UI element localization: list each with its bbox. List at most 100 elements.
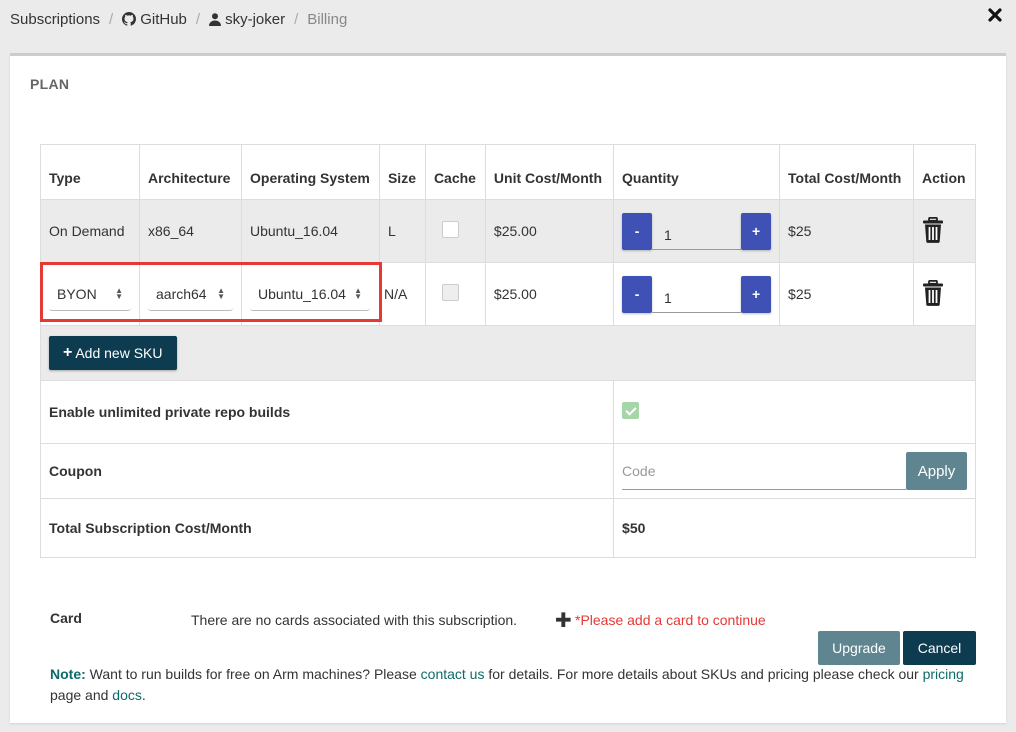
- header-type: Type: [40, 144, 140, 200]
- unlimited-checkbox-cell: [613, 380, 976, 444]
- cell-type: BYON ▲ ▼: [40, 262, 140, 326]
- select-arrows-icon: ▲ ▼: [217, 285, 225, 301]
- decrement-button[interactable]: -: [622, 275, 653, 313]
- type-select-value: BYON: [57, 285, 97, 302]
- cancel-button[interactable]: Cancel: [903, 631, 976, 665]
- plan-panel: PLAN Type Architecture Operating System …: [10, 53, 1006, 723]
- add-sku-label: Add new SKU: [75, 345, 163, 361]
- apply-button[interactable]: Apply: [906, 452, 967, 490]
- quantity-input[interactable]: 1: [652, 213, 742, 250]
- card-message: There are no cards associated with this …: [191, 612, 518, 628]
- note: Note: Want to run builds for free on Arm…: [50, 664, 970, 706]
- trash-icon[interactable]: [922, 279, 944, 309]
- total-row: Total Subscription Cost/Month $50: [39, 498, 976, 558]
- total-label: Total Subscription Cost/Month: [39, 498, 615, 558]
- header-unit-cost: Unit Cost/Month: [484, 144, 615, 200]
- architecture-select-value: aarch64: [156, 285, 207, 302]
- quantity-input[interactable]: 1: [652, 276, 742, 313]
- card-label: Card: [50, 610, 82, 626]
- select-arrows-icon: ▲ ▼: [354, 285, 362, 301]
- coupon-input[interactable]: Code: [622, 453, 906, 490]
- breadcrumb-user[interactable]: sky-joker: [209, 11, 285, 28]
- header-cache: Cache: [424, 144, 486, 200]
- quantity-stepper: - 1 +: [622, 275, 772, 313]
- unlimited-row: Enable unlimited private repo builds: [39, 380, 976, 444]
- breadcrumb-separator: /: [109, 10, 114, 28]
- header-action: Action: [913, 144, 976, 200]
- cell-size: N/A: [378, 262, 426, 326]
- cache-checkbox[interactable]: [441, 221, 459, 238]
- cache-checkbox: [441, 284, 459, 301]
- header-architecture: Architecture: [139, 144, 242, 200]
- select-arrows-icon: ▲ ▼: [115, 285, 123, 301]
- cell-total-cost: $25: [779, 199, 914, 263]
- os-select-value: Ubuntu_16.04: [258, 285, 346, 302]
- type-select[interactable]: BYON ▲ ▼: [49, 277, 131, 311]
- plan-table: Type Architecture Operating System Size …: [39, 144, 976, 558]
- header-size: Size: [378, 144, 426, 200]
- cell-size: L: [378, 199, 426, 263]
- cell-quantity: - 1 +: [613, 262, 781, 326]
- cell-total-cost: $25: [779, 262, 914, 326]
- cell-architecture: aarch64 ▲ ▼: [139, 262, 242, 326]
- coupon-cell: Code Apply: [613, 443, 976, 499]
- cell-unit-cost: $25.00: [484, 262, 615, 326]
- decrement-button[interactable]: -: [622, 212, 653, 250]
- total-value: $50: [613, 498, 976, 558]
- table-row: On Demand x86_64 Ubuntu_16.04 L $25.00 -…: [40, 199, 976, 263]
- note-text: for details. For more details about SKUs…: [484, 666, 923, 682]
- breadcrumb-subscriptions[interactable]: Subscriptions: [10, 11, 100, 28]
- cell-unit-cost: $25.00: [484, 199, 615, 263]
- cell-os: Ubuntu_16.04 ▲ ▼: [241, 262, 380, 326]
- breadcrumb: Subscriptions / GitHub / sky-joker / Bil…: [10, 10, 347, 28]
- upgrade-button[interactable]: Upgrade: [818, 631, 900, 665]
- plan-title: PLAN: [30, 76, 70, 92]
- contact-us-link[interactable]: contact us: [421, 666, 485, 682]
- note-label: Note:: [50, 666, 86, 682]
- breadcrumb-github[interactable]: GitHub: [122, 11, 187, 28]
- card-warning: *Please add a card to continue: [575, 612, 766, 628]
- unlimited-checkbox[interactable]: [622, 402, 640, 419]
- breadcrumb-github-label: GitHub: [140, 10, 187, 28]
- table-header-row: Type Architecture Operating System Size …: [40, 144, 976, 200]
- docs-link[interactable]: docs: [112, 687, 142, 703]
- plus-icon[interactable]: ✚: [555, 608, 572, 633]
- cell-type: On Demand: [40, 199, 140, 263]
- cell-action: [913, 262, 976, 326]
- cell-cache: [424, 262, 486, 326]
- increment-button[interactable]: +: [741, 275, 772, 313]
- quantity-stepper: - 1 +: [622, 212, 772, 250]
- unlimited-label: Enable unlimited private repo builds: [39, 380, 615, 444]
- add-sku-row: + Add new SKU: [40, 325, 976, 381]
- pricing-link[interactable]: pricing: [923, 666, 964, 682]
- breadcrumb-user-label: sky-joker: [225, 10, 286, 28]
- os-select[interactable]: Ubuntu_16.04 ▲ ▼: [250, 277, 370, 311]
- header-quantity: Quantity: [613, 144, 781, 200]
- user-icon: [209, 12, 222, 26]
- add-sku-cell: + Add new SKU: [40, 325, 976, 381]
- plus-icon: +: [63, 344, 73, 361]
- header-os: Operating System: [241, 144, 380, 200]
- cell-quantity: - 1 +: [613, 199, 781, 263]
- breadcrumb-separator: /: [195, 10, 201, 28]
- cell-action: [913, 199, 976, 263]
- cell-os: Ubuntu_16.04: [241, 199, 380, 263]
- note-text: page and: [50, 687, 113, 703]
- increment-button[interactable]: +: [741, 212, 772, 250]
- trash-icon[interactable]: [922, 216, 944, 246]
- add-sku-button[interactable]: + Add new SKU: [49, 336, 177, 370]
- coupon-group: Code Apply: [622, 452, 967, 490]
- coupon-label: Coupon: [39, 443, 615, 499]
- github-icon: [122, 11, 137, 26]
- breadcrumb-separator: /: [294, 10, 299, 28]
- header-total-cost: Total Cost/Month: [779, 144, 914, 200]
- architecture-select[interactable]: aarch64 ▲ ▼: [148, 277, 233, 311]
- close-icon[interactable]: [988, 8, 1004, 26]
- note-text: .: [141, 687, 146, 703]
- table-row: BYON ▲ ▼ aarch64 ▲ ▼ Ubuntu_16.04 ▲ ▼ N/A $25.…: [40, 262, 976, 326]
- coupon-row: Coupon Code Apply: [39, 443, 976, 499]
- cell-architecture: x86_64: [139, 199, 242, 263]
- cell-cache: [424, 199, 486, 263]
- breadcrumb-billing: Billing: [307, 10, 348, 28]
- note-text: Want to run builds for free on Arm machi…: [85, 666, 421, 682]
